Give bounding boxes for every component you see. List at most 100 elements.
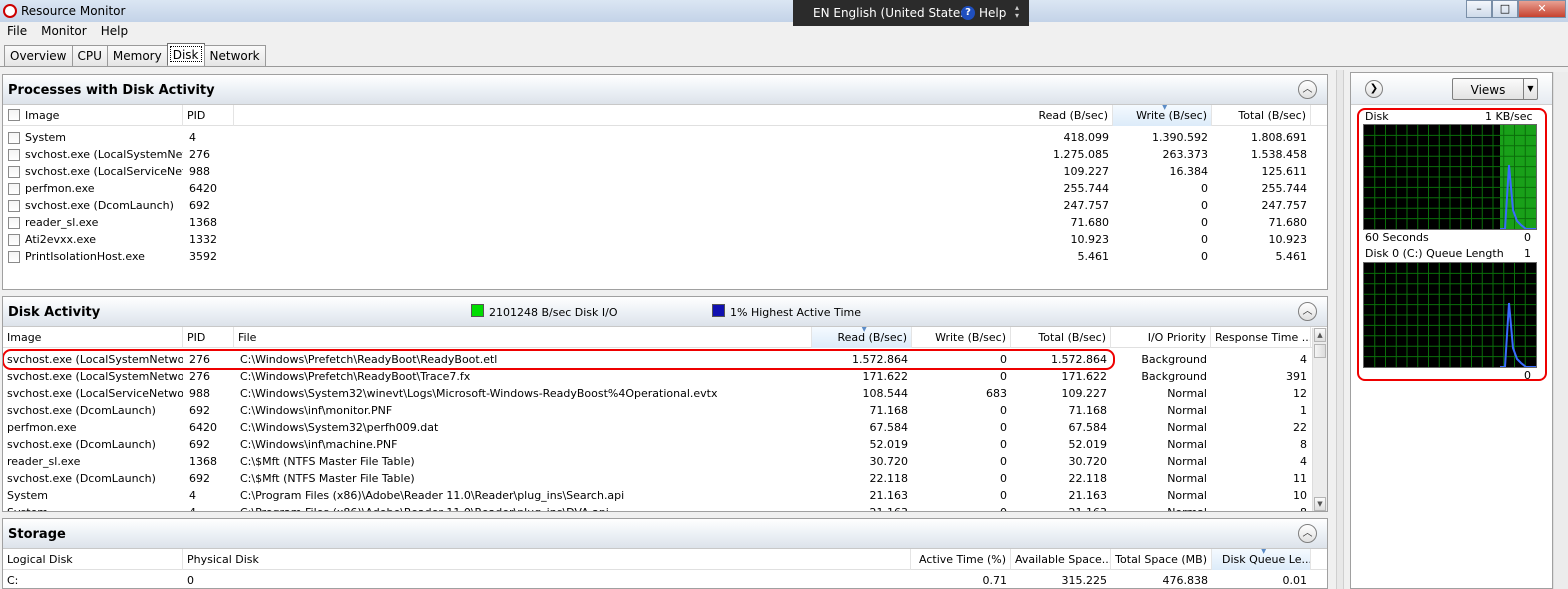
table-row[interactable]: svchost.exe (DcomLaunch) 692 C:\Windows\in… [3,402,1327,419]
table-row[interactable]: C: 0 0.71 315.225 476.838 0.01 [3,572,1327,588]
col-file[interactable]: File [234,327,812,348]
io-priority: Normal [1167,472,1207,485]
table-row[interactable]: svchost.exe (LocalServiceNet... 988 109.22… [3,163,1327,180]
tab-overview[interactable]: Overview [4,45,73,66]
table-row[interactable]: System4C:\Program Files (x86)\Adobe\Read… [3,504,1327,511]
row-checkbox[interactable] [8,166,20,178]
col-logical-disk[interactable]: Logical Disk [3,549,183,570]
col-read[interactable]: ▼ Read (B/sec) [812,327,912,348]
pane-splitter[interactable] [1336,70,1344,589]
select-all-checkbox[interactable] [8,109,20,121]
pid: 1332 [189,233,217,246]
col-pid[interactable]: PID [183,327,234,348]
close-button[interactable]: ✕ [1518,0,1566,18]
views-button[interactable]: Views ▼ [1452,78,1538,100]
tab-disk[interactable]: Disk [166,43,205,65]
table-row[interactable]: perfmon.exe 6420 255.744 0 255.744 [3,180,1327,197]
menu-monitor[interactable]: Monitor [34,23,94,41]
table-row[interactable]: System4C:\Program Files (x86)\Adobe\Read… [3,487,1327,504]
disk-activity-scrollbar[interactable]: ▲ ▼ [1312,328,1327,511]
tab-network[interactable]: Network [203,45,266,66]
col-read[interactable]: Read (B/sec) [234,105,1113,126]
col-write[interactable]: ▼ Write (B/sec) [1113,105,1212,126]
collapse-storage-button[interactable]: ︿ [1298,524,1317,543]
row-checkbox[interactable] [8,234,20,246]
table-row[interactable]: PrintIsolationHost.exe 3592 5.461 0 5.461 [3,248,1327,265]
menu-help[interactable]: Help [94,23,135,41]
table-row[interactable]: svchost.exe (DcomLaunch) 692 247.757 0 247.7… [3,197,1327,214]
table-row[interactable]: svchost.exe (LocalSystemNetwo... 276 C:\Wi… [3,351,1327,368]
table-row[interactable]: svchost.exe (LocalSystemNetwo... 276 C:\Wi… [3,368,1327,385]
col-write[interactable]: Write (B/sec) [912,327,1011,348]
minimize-button[interactable]: – [1466,0,1492,18]
total-bytes: 21.163 [1068,489,1108,502]
table-row[interactable]: svchost.exe (DcomLaunch) 692 C:\Windows\in… [3,436,1327,453]
pid: 692 [189,404,210,417]
io-priority: Normal [1167,489,1207,502]
tab-memory[interactable]: Memory [106,45,168,66]
chevron-down-icon[interactable]: ▼ [1523,79,1537,99]
row-checkbox[interactable] [8,217,20,229]
storage-panel-header[interactable]: Storage ︿ [3,519,1327,549]
col-io-priority[interactable]: I/O Priority [1111,327,1211,348]
row-checkbox[interactable] [8,200,20,212]
col-response-time[interactable]: Response Time ... [1211,327,1311,348]
col-total[interactable]: Total (B/sec) [1011,327,1111,348]
menu-file[interactable]: File [0,23,34,41]
table-row[interactable]: svchost.exe (LocalServiceNetwo... 988 C:\W… [3,385,1327,402]
collapse-disk-activity-button[interactable]: ︿ [1298,302,1317,321]
col-total[interactable]: Total (B/sec) [1212,105,1311,126]
col-available-space[interactable]: Available Space... [1011,549,1111,570]
total-bytes: 71.680 [1268,216,1308,229]
language-indicator[interactable]: EN English (United States) [813,6,971,20]
col-disk-queue-length[interactable]: ▼ Disk Queue Le... [1212,549,1311,570]
write-bytes: 0 [1000,353,1007,366]
row-checkbox[interactable] [8,132,20,144]
row-checkbox[interactable] [8,149,20,161]
col-pid[interactable]: PID [183,105,234,126]
scroll-down-icon[interactable]: ▼ [1314,497,1326,511]
language-bar[interactable]: EN English (United States) ? Help ▴ ▾ [793,0,1029,26]
table-row[interactable]: perfmon.exe 6420 C:\Windows\System32\perfh… [3,419,1327,436]
file-path: C:\Windows\inf\monitor.PNF [240,404,393,417]
file-path: C:\Windows\System32\winevt\Logs\Microsof… [240,387,718,400]
row-checkbox[interactable] [8,251,20,263]
row-checkbox[interactable] [8,183,20,195]
col-total-space[interactable]: Total Space (MB) [1111,549,1212,570]
expand-pane-button[interactable]: ❯ [1365,80,1383,98]
image-name: perfmon.exe [25,182,95,195]
total-bytes: 247.757 [1261,199,1308,212]
active-time: 0.71 [982,574,1008,587]
processes-panel: Processes with Disk Activity ︿ Image PID… [2,74,1328,290]
collapse-processes-button[interactable]: ︿ [1298,80,1317,99]
storage-panel-title: Storage [8,527,66,542]
col-physical-disk[interactable]: Physical Disk [183,549,911,570]
table-row[interactable]: Ati2evxx.exe 1332 10.923 0 10.923 [3,231,1327,248]
col-image[interactable]: Image [3,105,183,126]
image-name: svchost.exe (DcomLaunch) [7,438,156,451]
total-bytes: 10.923 [1268,233,1308,246]
table-row[interactable]: reader_sl.exe 1368 C:\$Mft (NTFS Master Fi… [3,453,1327,470]
read-bytes: 109.227 [1063,165,1110,178]
tab-cpu[interactable]: CPU [71,45,108,66]
scroll-thumb[interactable] [1314,344,1326,358]
col-image[interactable]: Image [3,327,183,348]
maximize-button[interactable]: □ [1492,0,1518,18]
disk-queue-length: 0.01 [1282,574,1308,587]
table-row[interactable]: svchost.exe (LocalSystemNet... 276 1.275.0… [3,146,1327,163]
total-bytes: 171.622 [1061,370,1108,383]
language-help[interactable]: Help [979,6,1006,20]
table-row[interactable]: System 4 418.099 1.390.592 1.808.691 [3,129,1327,146]
response-time: 4 [1300,455,1307,468]
table-row[interactable]: reader_sl.exe 1368 71.680 0 71.680 [3,214,1327,231]
language-bar-grip-icon[interactable]: ▴ ▾ [1015,4,1023,20]
col-active-time[interactable]: Active Time (%) [911,549,1011,570]
graphs-pane-scrollbar[interactable] [1553,72,1568,589]
read-bytes: 1.275.085 [1053,148,1109,161]
scroll-up-icon[interactable]: ▲ [1314,328,1326,342]
table-row[interactable]: svchost.exe (DcomLaunch) 692 C:\$Mft (NTFS… [3,470,1327,487]
disk-activity-panel-header[interactable]: Disk Activity 2101248 B/sec Disk I/O 1% … [3,297,1327,327]
pid: 988 [189,387,210,400]
processes-panel-header[interactable]: Processes with Disk Activity ︿ [3,75,1327,105]
help-icon[interactable]: ? [961,6,975,20]
